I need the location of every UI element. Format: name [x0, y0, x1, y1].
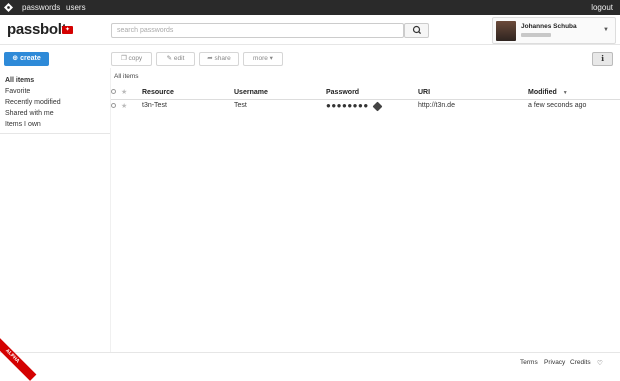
- cell-modified: a few seconds ago: [528, 102, 587, 110]
- sidebar-divider: [0, 133, 110, 134]
- chevron-down-icon: ▼: [603, 27, 609, 33]
- cell-username[interactable]: Test: [234, 99, 326, 112]
- sort-down-icon: ▼: [562, 89, 568, 96]
- column-header-resource[interactable]: Resource: [142, 86, 234, 100]
- user-menu[interactable]: Johannes Schuba ▼: [492, 17, 616, 44]
- cell-password[interactable]: ●●●●●●●●: [326, 99, 418, 112]
- share-label: share: [214, 55, 231, 62]
- password-mask[interactable]: ●●●●●●●●: [326, 101, 369, 110]
- edit-label: edit: [173, 55, 185, 62]
- breadcrumb: All items: [114, 73, 139, 80]
- nav-users[interactable]: users: [66, 3, 86, 12]
- password-table: ★ Resource Username Password URI Modifie…: [111, 86, 620, 112]
- avatar: [496, 21, 516, 41]
- search-icon: [412, 25, 422, 35]
- chevron-down-icon: ▾: [269, 55, 273, 62]
- copy-label: copy: [128, 55, 143, 62]
- edit-button[interactable]: ✎ edit: [156, 52, 195, 66]
- select-all-checkbox[interactable]: [111, 89, 116, 95]
- cell-resource: t3n-Test: [142, 102, 167, 110]
- table-header-row: ★ Resource Username Password URI Modifie…: [111, 86, 620, 100]
- clipboard-icon: ❐: [120, 55, 127, 62]
- sidebar-item-all-items[interactable]: All items: [5, 75, 105, 86]
- cell-uri[interactable]: http://t3n.de: [418, 99, 528, 112]
- nav-passwords[interactable]: passwords: [22, 3, 60, 12]
- share-arrow-icon: ➦: [207, 55, 213, 62]
- info-button[interactable]: ℹ: [592, 52, 613, 66]
- user-name: Johannes Schuba: [521, 23, 577, 30]
- app-header: passbolt ✦ search passwords Johannes Sch…: [0, 15, 620, 45]
- top-navigation-bar: passwords users logout: [0, 0, 620, 15]
- heart-icon[interactable]: ♡: [597, 359, 603, 367]
- filter-sidebar: All items Favorite Recently modified Sha…: [5, 75, 105, 130]
- create-label: create: [20, 55, 41, 62]
- pencil-icon: ✎: [166, 55, 173, 62]
- info-icon: ℹ: [600, 54, 605, 63]
- column-header-uri[interactable]: URI: [418, 86, 528, 100]
- sidebar-item-favorite[interactable]: Favorite: [5, 86, 105, 97]
- more-label: more: [253, 55, 268, 62]
- favorite-header-star-icon: ★: [121, 89, 128, 97]
- brand-key-icon: ✦: [62, 26, 73, 34]
- favorite-star-icon[interactable]: ★: [121, 103, 127, 110]
- footer: Terms Privacy Credits ♡: [0, 352, 620, 370]
- column-header-modified-label: Modified: [528, 88, 557, 96]
- passbolt-logo-icon: [4, 3, 13, 12]
- footer-terms-link[interactable]: Terms: [520, 359, 538, 366]
- sidebar-item-shared-with-me[interactable]: Shared with me: [5, 108, 105, 119]
- column-header-modified[interactable]: Modified ▼: [528, 86, 620, 100]
- table-row[interactable]: ★ t3n-Test Test ●●●●●●●● http://t3n.de a…: [111, 99, 620, 112]
- sidebar-item-items-i-own[interactable]: Items I own: [5, 119, 105, 130]
- plus-circle-icon: ⊕: [12, 55, 19, 62]
- footer-privacy-link[interactable]: Privacy: [544, 359, 565, 366]
- create-button[interactable]: ⊕ create: [4, 52, 49, 66]
- search-button[interactable]: [404, 23, 429, 38]
- user-email-redacted: [521, 33, 551, 37]
- row-checkbox[interactable]: [111, 102, 116, 108]
- copy-password-icon[interactable]: [372, 101, 383, 112]
- column-header-password[interactable]: Password: [326, 86, 418, 100]
- footer-credits-link[interactable]: Credits: [570, 359, 591, 366]
- copy-button[interactable]: ❐ copy: [111, 52, 152, 66]
- logout-link[interactable]: logout: [591, 3, 613, 12]
- share-button[interactable]: ➦ share: [199, 52, 239, 66]
- brand-logo[interactable]: passbolt: [7, 21, 67, 38]
- sidebar-item-recently-modified[interactable]: Recently modified: [5, 97, 105, 108]
- search-input[interactable]: search passwords: [111, 23, 404, 38]
- more-button[interactable]: more ▾: [243, 52, 283, 66]
- column-header-username[interactable]: Username: [234, 86, 326, 100]
